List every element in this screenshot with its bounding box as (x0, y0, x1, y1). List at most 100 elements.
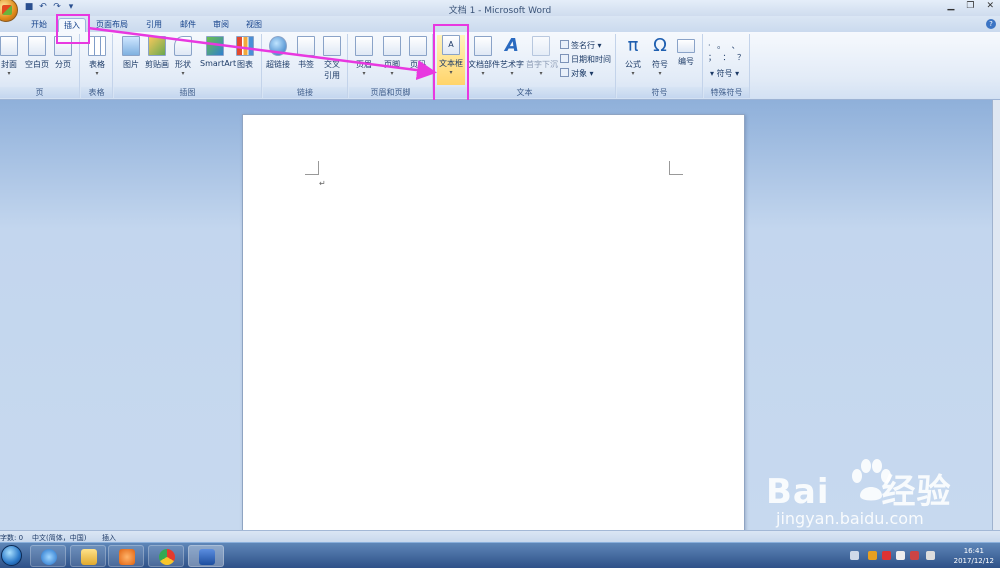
tab-mailings[interactable]: 邮件 (174, 18, 202, 32)
cross-reference-button[interactable]: 交叉 引用 (319, 36, 345, 81)
group-label: 链接 (263, 87, 347, 98)
bookmark-icon (297, 36, 315, 56)
signature-line-button[interactable]: 签名行 ▾ (560, 40, 602, 51)
taskbar-chrome[interactable] (148, 545, 184, 567)
group-label: 页 (0, 87, 79, 98)
textbox-highlight (433, 24, 469, 110)
group-header-footer: 页眉 ▾ 页脚 ▾ 页码 ▾ 页眉和页脚 (349, 34, 433, 98)
ribbon-tabs: 开始 插入 页面布局 引用 邮件 审阅 视图 (0, 16, 1000, 32)
smartart-button[interactable]: SmartArt (200, 36, 236, 68)
taskbar: 16:41 2017/12/12 (0, 542, 1000, 568)
word-icon (199, 549, 215, 565)
taskbar-explorer[interactable] (70, 545, 106, 567)
bookmark-button[interactable]: 书签 (293, 36, 319, 70)
numbering-icon (677, 39, 695, 53)
taskbar-word[interactable] (188, 545, 224, 567)
taskbar-ie[interactable] (30, 545, 66, 567)
header-button[interactable]: 页眉 ▾ (351, 36, 377, 77)
status-bar: 字数: 0 中文(简体，中国) 插入 (0, 530, 1000, 542)
baidu-paw-icon (852, 459, 891, 501)
office-logo-icon (2, 5, 12, 15)
blank-page-button[interactable]: 空白页 (24, 36, 50, 70)
drop-cap-icon (532, 36, 550, 56)
group-label: 插图 (114, 87, 261, 98)
special-symbol-button[interactable]: ▾ 符号 ▾ (710, 68, 739, 79)
date-time-button[interactable]: 日期和时间 (560, 54, 611, 65)
page-number-icon (409, 36, 427, 56)
help-icon[interactable]: ? (986, 19, 996, 29)
clock[interactable]: 16:41 2017/12/12 (954, 546, 994, 566)
window-title: 文档 1 - Microsoft Word (448, 6, 552, 16)
signature-line-icon (560, 40, 569, 49)
clipart-icon (148, 36, 166, 56)
omega-icon: Ω (653, 35, 667, 56)
header-icon (355, 36, 373, 56)
symbol-button[interactable]: Ω 符号 ▾ (647, 35, 673, 78)
chart-icon (236, 36, 254, 56)
group-label: 表格 (81, 87, 112, 98)
quick-parts-button[interactable]: 文档部件 ▾ (468, 36, 500, 77)
group-label: 特殊符号 (704, 87, 749, 98)
picture-button[interactable]: 图片 (118, 36, 144, 70)
windows-logo-icon (1, 545, 22, 566)
hyperlink-button[interactable]: 超链接 (265, 36, 291, 70)
tab-references[interactable]: 引用 (140, 18, 168, 32)
group-symbols: π 公式 ▾ Ω 符号 ▾ 编号 符号 (617, 34, 703, 98)
keyboard-icon[interactable] (850, 551, 859, 560)
tab-review[interactable]: 审阅 (206, 18, 236, 32)
tray-warning-icon[interactable] (910, 551, 919, 560)
equation-button[interactable]: π 公式 ▾ (620, 35, 646, 78)
tab-page-layout[interactable]: 页面布局 (92, 18, 132, 32)
object-icon (560, 68, 569, 77)
tab-home[interactable]: 开始 (24, 18, 54, 32)
ribbon: 封面 ▾ 空白页 分页 页 表格 ▾ 表格 图片 剪贴画 形状 ▾ SmartArt … (0, 32, 1000, 100)
margin-corner (669, 161, 683, 175)
hyperlink-icon (269, 36, 287, 56)
paragraph-mark-icon: ↵ (319, 179, 326, 188)
tab-view[interactable]: 视图 (240, 18, 268, 32)
chart-button[interactable]: 图表 (232, 36, 258, 70)
title-bar: ■ ↶ ↷ ▾ 文档 1 - Microsoft Word ▁ ❐ ✕ (0, 0, 1000, 22)
cover-page-icon (0, 36, 18, 56)
document-page[interactable]: ↵ (242, 114, 745, 534)
taskbar-media-player[interactable] (108, 545, 144, 567)
system-tray: 16:41 2017/12/12 (848, 543, 1000, 568)
special-symbols-palette[interactable]: · 。 、 ； ： ？ (708, 40, 748, 64)
shapes-icon (174, 36, 192, 56)
chrome-icon (159, 549, 175, 565)
shapes-button[interactable]: 形状 ▾ (170, 36, 196, 77)
date-time-icon (560, 54, 569, 63)
ie-icon (41, 549, 57, 565)
footer-button[interactable]: 页脚 ▾ (379, 36, 405, 77)
group-label: 符号 (617, 87, 702, 98)
cover-page-button[interactable]: 封面 ▾ (0, 36, 22, 77)
blank-page-icon (28, 36, 46, 56)
picture-icon (122, 36, 140, 56)
margin-corner (305, 161, 319, 175)
group-links: 超链接 书签 交叉 引用 链接 (263, 34, 348, 98)
table-icon (88, 36, 106, 56)
smartart-icon (206, 36, 224, 56)
close-button[interactable]: ✕ (986, 1, 994, 11)
pi-icon: π (627, 35, 639, 56)
minimize-button[interactable]: ▁ (947, 1, 954, 11)
vertical-scrollbar[interactable] (992, 100, 1000, 530)
drop-cap-button[interactable]: 首字下沉 ▾ (526, 36, 558, 77)
tray-app-icon[interactable] (868, 551, 877, 560)
object-button[interactable]: 对象 ▾ (560, 68, 594, 79)
maximize-button[interactable]: ❐ (966, 1, 974, 11)
wordart-button[interactable]: A 艺术字 ▾ (498, 35, 526, 78)
media-player-icon (119, 549, 135, 565)
group-special-symbols: · 。 、 ； ： ？ ▾ 符号 ▾ 特殊符号 (704, 34, 750, 98)
baidu-watermark: Bai 经验 jingyan.baidu.com (766, 459, 952, 528)
volume-icon[interactable] (926, 551, 935, 560)
start-button[interactable] (0, 543, 24, 568)
network-icon[interactable] (896, 551, 905, 560)
quick-parts-icon (474, 36, 492, 56)
numbering-button[interactable]: 编号 (673, 36, 699, 67)
antivirus-icon[interactable] (882, 551, 891, 560)
clipart-button[interactable]: 剪贴画 (144, 36, 170, 70)
wordart-icon: A (505, 35, 519, 56)
page-number-button[interactable]: 页码 ▾ (405, 36, 431, 77)
folder-icon (81, 549, 97, 565)
